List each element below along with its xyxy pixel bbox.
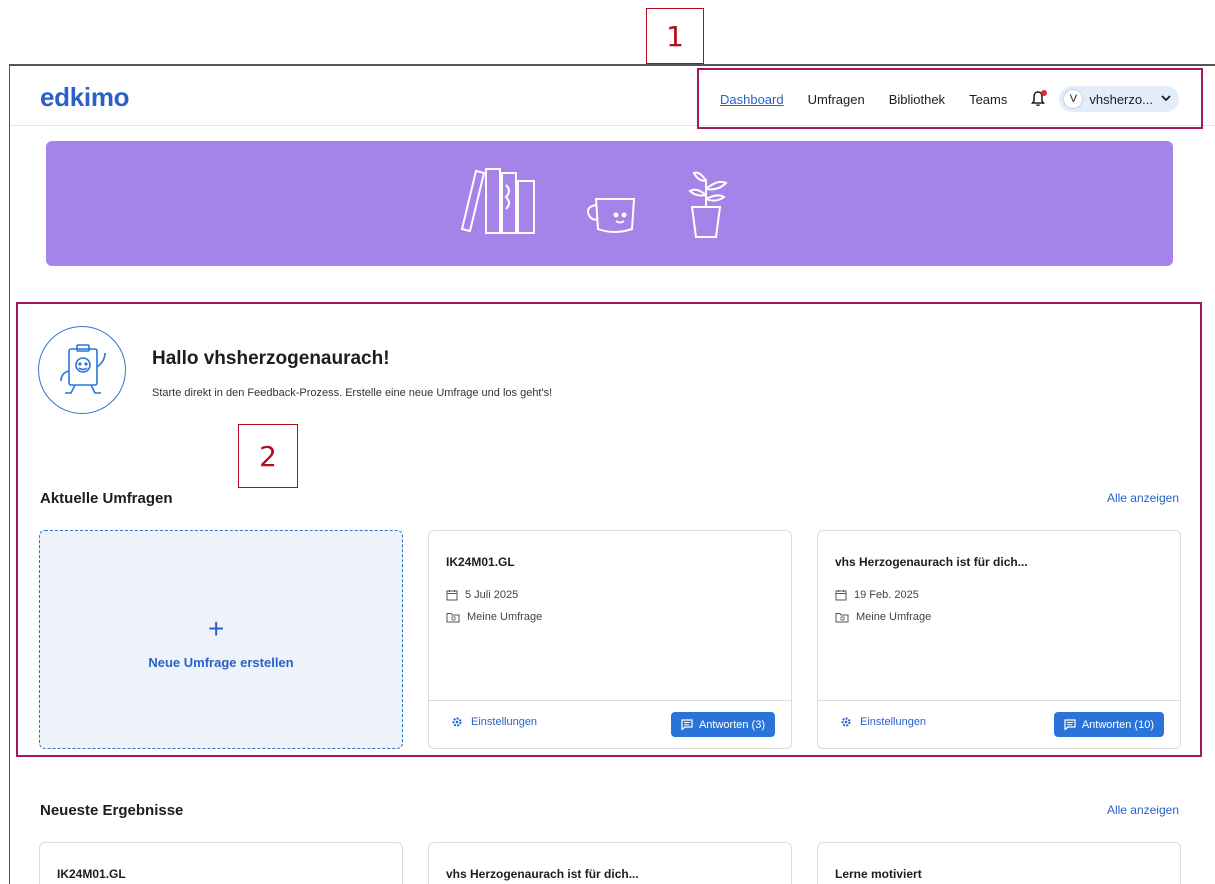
user-menu-button[interactable]: V vhsherzo... [1059, 86, 1179, 112]
nav-umfragen[interactable]: Umfragen [808, 92, 865, 107]
survey-card[interactable]: vhs Herzogenaurach ist für dich... 19 Fe… [817, 530, 1181, 749]
new-survey-label: Neue Umfrage erstellen [148, 655, 294, 670]
nav-bibliothek[interactable]: Bibliothek [889, 92, 945, 107]
survey-card-title: vhs Herzogenaurach ist für dich... [835, 555, 1028, 569]
annotation-callout-1: 1 [646, 8, 704, 64]
result-card-title: vhs Herzogenaurach ist für dich... [446, 867, 639, 881]
nav-dashboard[interactable]: Dashboard [720, 92, 784, 107]
folder-icon [835, 612, 849, 622]
main-nav: Dashboard Umfragen Bibliothek Teams V vh… [720, 86, 1179, 112]
survey-card-footer: Einstellungen Antworten (10) [818, 700, 1180, 748]
new-survey-card[interactable]: + Neue Umfrage erstellen [39, 530, 403, 749]
result-card-title: Lerne motiviert [835, 867, 922, 881]
result-card[interactable]: IK24M01.GL [39, 842, 403, 884]
result-card[interactable]: Lerne motiviert [817, 842, 1181, 884]
app-window: edkimo Dashboard Umfragen Bibliothek Tea… [9, 64, 1215, 884]
current-surveys-see-all-link[interactable]: Alle anzeigen [1107, 491, 1179, 505]
clipboard-mascot-icon [38, 326, 126, 414]
result-card[interactable]: vhs Herzogenaurach ist für dich... [428, 842, 792, 884]
survey-card-date: 19 Feb. 2025 [835, 589, 919, 601]
answers-button[interactable]: Antworten (10) [1053, 712, 1164, 737]
latest-results-see-all-link[interactable]: Alle anzeigen [1107, 803, 1179, 817]
chevron-down-icon [1161, 94, 1171, 105]
survey-card-folder-text: Meine Umfrage [467, 611, 543, 623]
answers-label: Antworten (10) [1081, 718, 1154, 731]
top-header: edkimo Dashboard Umfragen Bibliothek Tea… [10, 66, 1215, 129]
user-name: vhsherzo... [1089, 91, 1153, 107]
settings-label: Einstellungen [860, 716, 927, 728]
survey-card-folder: Meine Umfrage [835, 611, 931, 623]
answers-button[interactable]: Antworten (3) [670, 712, 775, 737]
folder-icon [446, 612, 460, 622]
settings-button[interactable]: Einstellungen [451, 716, 537, 728]
settings-label: Einstellungen [471, 716, 538, 728]
gear-icon [841, 717, 851, 727]
survey-card[interactable]: IK24M01.GL 5 Juli 2025 Meine Umfrage Ein… [428, 530, 792, 749]
current-surveys-title: Aktuelle Umfragen [40, 490, 173, 507]
notification-dot [1041, 90, 1048, 96]
survey-card-folder-text: Meine Umfrage [856, 611, 932, 623]
survey-card-date-text: 5 Juli 2025 [465, 589, 519, 601]
user-avatar: V [1063, 89, 1084, 109]
calendar-icon [835, 590, 847, 601]
survey-card-footer: Einstellungen Antworten (3) [429, 700, 791, 748]
plus-icon: + [208, 613, 225, 644]
survey-card-title: IK24M01.GL [446, 555, 515, 569]
edkimo-logo[interactable]: edkimo [40, 82, 130, 113]
survey-card-date: 5 Juli 2025 [446, 589, 518, 601]
latest-results-title: Neueste Ergebnisse [40, 802, 184, 819]
message-icon [1064, 719, 1076, 730]
books-mug-plant-icon [460, 168, 728, 238]
annotation-callout-2: 2 [238, 424, 298, 488]
answers-label: Antworten (3) [698, 718, 765, 731]
nav-teams[interactable]: Teams [969, 92, 1007, 107]
settings-button[interactable]: Einstellungen [840, 716, 926, 728]
gear-icon [452, 717, 462, 727]
result-card-title: IK24M01.GL [57, 867, 126, 881]
dashboard-banner [46, 141, 1173, 266]
calendar-icon [446, 590, 458, 601]
survey-card-folder: Meine Umfrage [446, 611, 542, 623]
bell-icon[interactable] [1031, 90, 1048, 107]
welcome-subtitle: Starte direkt in den Feedback-Prozess. E… [152, 387, 553, 399]
survey-card-date-text: 19 Feb. 2025 [854, 589, 919, 601]
message-icon [681, 719, 693, 730]
welcome-title: Hallo vhsherzogenaurach! [152, 348, 390, 369]
